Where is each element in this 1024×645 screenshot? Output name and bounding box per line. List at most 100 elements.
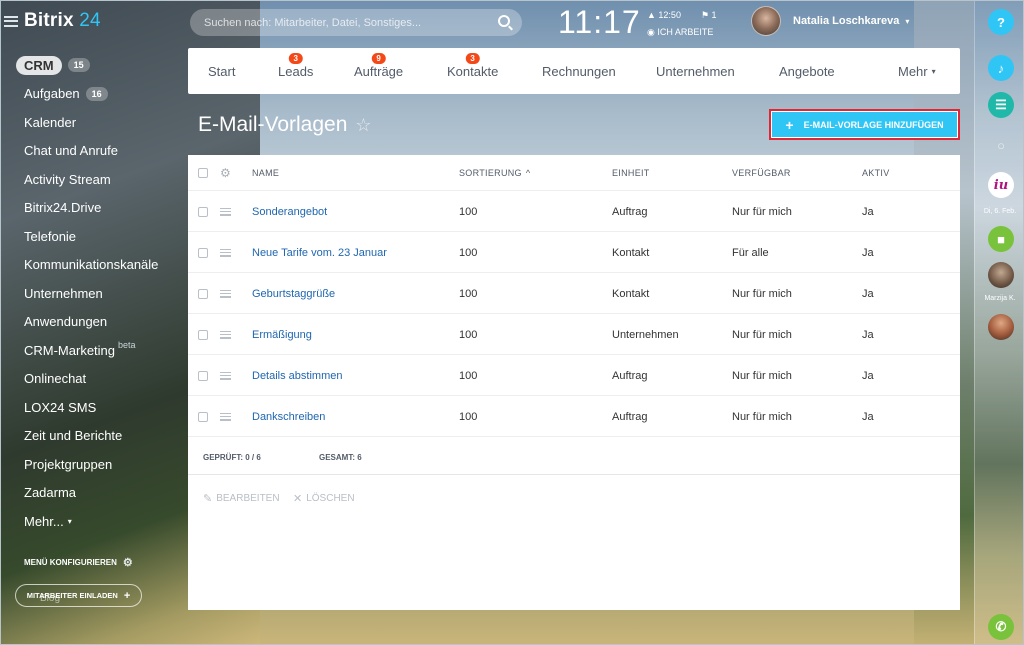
sidebar-item-label: CRM-Marketing [24,342,116,358]
row-checkbox[interactable] [198,191,208,232]
plus-icon: + [785,116,794,133]
action-panel: ✎ BEARBEITEN ✕ LÖSCHEN [188,475,960,521]
tab-label: Aufträge [354,63,404,79]
menu-burger-icon[interactable] [4,15,18,27]
sidebar-item-lox24-sms[interactable]: LOX24 SMS [0,393,178,422]
close-icon: ✕ [293,493,303,505]
tab-unternehmen[interactable]: Unternehmen [656,48,735,94]
avatar [751,6,781,36]
sidebar-item-crm-marketing[interactable]: CRM-Marketing beta [0,336,178,365]
template-name-link[interactable]: Neue Tarife vom. 23 Januar [252,232,387,273]
row-checkbox[interactable] [198,232,208,273]
delete-button[interactable]: ✕ LÖSCHEN [293,492,355,505]
sidebar-item-kommunikationskanaele[interactable]: Kommunikationskanäle [0,251,178,280]
add-email-template-button[interactable]: + E-MAIL-VORLAGE HINZUFÜGEN [769,109,960,140]
sidebar-item-aufgaben[interactable]: Aufgaben 16 [0,80,178,109]
tab-leads[interactable]: 3 Leads [278,48,313,94]
row-checkbox[interactable] [198,355,208,396]
logo-row: Bitrix 24 [4,10,101,32]
drag-handle-icon[interactable] [220,232,231,273]
template-name-link[interactable]: Ermäßigung [252,314,312,355]
sidebar-item-zeit-berichte[interactable]: Zeit und Berichte [0,422,178,451]
sidebar-item-activity-stream[interactable]: Activity Stream [0,165,178,194]
invite-label: MITARBEITER EINLADEN [26,591,118,600]
sidebar-item-projektgruppen[interactable]: Projektgruppen [0,450,178,479]
col-header-label: NAME [252,168,280,178]
col-header-label: AKTIV [862,168,890,178]
sidebar-item-zadarma[interactable]: Zadarma [0,479,178,508]
chat-icon[interactable]: ☰ [988,92,1014,118]
invite-button[interactable]: MITARBEITER EINLADEN + [15,584,142,607]
edit-button[interactable]: ✎ BEARBEITEN [203,492,280,505]
cell-active: Ja [862,369,874,382]
search-input[interactable] [204,16,484,29]
help-button[interactable]: ? [988,9,1014,35]
template-name-link[interactable]: Sonderangebot [252,191,327,232]
sidebar-item-chat[interactable]: Chat und Anrufe [0,137,178,166]
row-checkbox[interactable] [198,314,208,355]
select-all-checkbox[interactable] [198,155,208,191]
sidebar-item-drive[interactable]: Bitrix24.Drive [0,194,178,223]
search-icon[interactable] [498,15,510,27]
user-menu[interactable]: Natalia Loschkareva ▾ [751,6,909,36]
tab-rechnungen[interactable]: Rechnungen [542,48,616,94]
tab-start[interactable]: Start [208,48,235,94]
avatar[interactable] [988,314,1014,340]
checkbox-icon [198,168,208,178]
gear-icon: ⚙ [220,166,232,180]
sidebar-item-onlinechat[interactable]: Onlinechat [0,365,178,394]
cell-unit: Kontakt [612,287,650,300]
cell-unit: Auftrag [612,369,648,382]
col-header-unit[interactable]: EINHEIT [612,155,650,191]
col-header-name[interactable]: NAME [252,155,279,191]
template-name-link[interactable]: Geburtstaggrüße [252,273,335,314]
sidebar-item-mehr[interactable]: Mehr... ▾ [0,507,178,536]
tab-mehr[interactable]: Mehr ▾ [898,48,936,94]
bell-icon[interactable]: ♪ [988,55,1014,81]
row-checkbox[interactable] [198,396,208,437]
sidebar-item-kalender[interactable]: Kalender [0,108,178,137]
star-icon[interactable]: ☆ [355,115,371,136]
drag-handle-icon[interactable] [220,191,231,232]
phone-icon[interactable]: ✆ [988,614,1014,640]
checkbox-icon [198,247,208,258]
cell-available: Nur für mich [732,410,792,423]
sidebar-item-label: Chat und Anrufe [24,143,118,159]
tab-kontakte[interactable]: 3 Kontakte [447,48,498,94]
work-status-block[interactable]: ▲ 12:50 ⚑ 1 ◉ ICH ARBEITE [647,7,737,41]
avatar-name: Marzija K. [984,295,1016,302]
drag-handle-icon[interactable] [220,314,231,355]
avatar[interactable] [988,262,1014,288]
tab-badge: 9 [371,53,386,64]
sidebar-item-telefonie[interactable]: Telefonie [0,222,178,251]
drag-handle-icon[interactable] [220,396,231,437]
search-icon[interactable]: ○ [988,132,1014,158]
drag-handle-icon[interactable] [220,273,231,314]
row-checkbox[interactable] [198,273,208,314]
menu-configure[interactable]: MENÜ KONFIGURIEREN ⚙ [24,556,133,569]
sidebar-item-unternehmen[interactable]: Unternehmen [0,279,178,308]
col-header-active[interactable]: AKTIV [862,155,890,191]
cell-sort: 100 [459,369,478,382]
lock-icon[interactable]: ■ [988,226,1014,252]
bitrix24-logo[interactable]: Bitrix 24 [24,10,101,32]
table-row: Neue Tarife vom. 23 Januar 100 Kontakt F… [188,232,960,273]
delete-label: LÖSCHEN [306,493,355,504]
sidebar-item-anwendungen[interactable]: Anwendungen [0,308,178,337]
col-header-sort[interactable]: SORTIERUNG ^ [459,155,530,191]
sidebar-item-crm[interactable]: CRM 15 [0,51,178,80]
grid-settings[interactable]: ⚙ [220,155,231,191]
template-name-link[interactable]: Details abstimmen [252,355,342,396]
sidebar-item-label: Bitrix24.Drive [24,200,102,216]
tab-auftraege[interactable]: 9 Aufträge [354,48,403,94]
col-header-available[interactable]: VERFÜGBAR [732,155,791,191]
template-name-link[interactable]: Dankschreiben [252,396,325,437]
sort-asc-icon: ^ [525,168,531,178]
sidebar-item-label: Projektgruppen [24,456,113,472]
drag-handle-icon[interactable] [220,355,231,396]
cell-active: Ja [862,205,874,218]
chevron-down-icon: ▾ [931,66,936,76]
app-logo-icon[interactable]: iu [988,172,1014,198]
tab-angebote[interactable]: Angebote [779,48,835,94]
gear-icon: ⚙ [122,557,133,569]
